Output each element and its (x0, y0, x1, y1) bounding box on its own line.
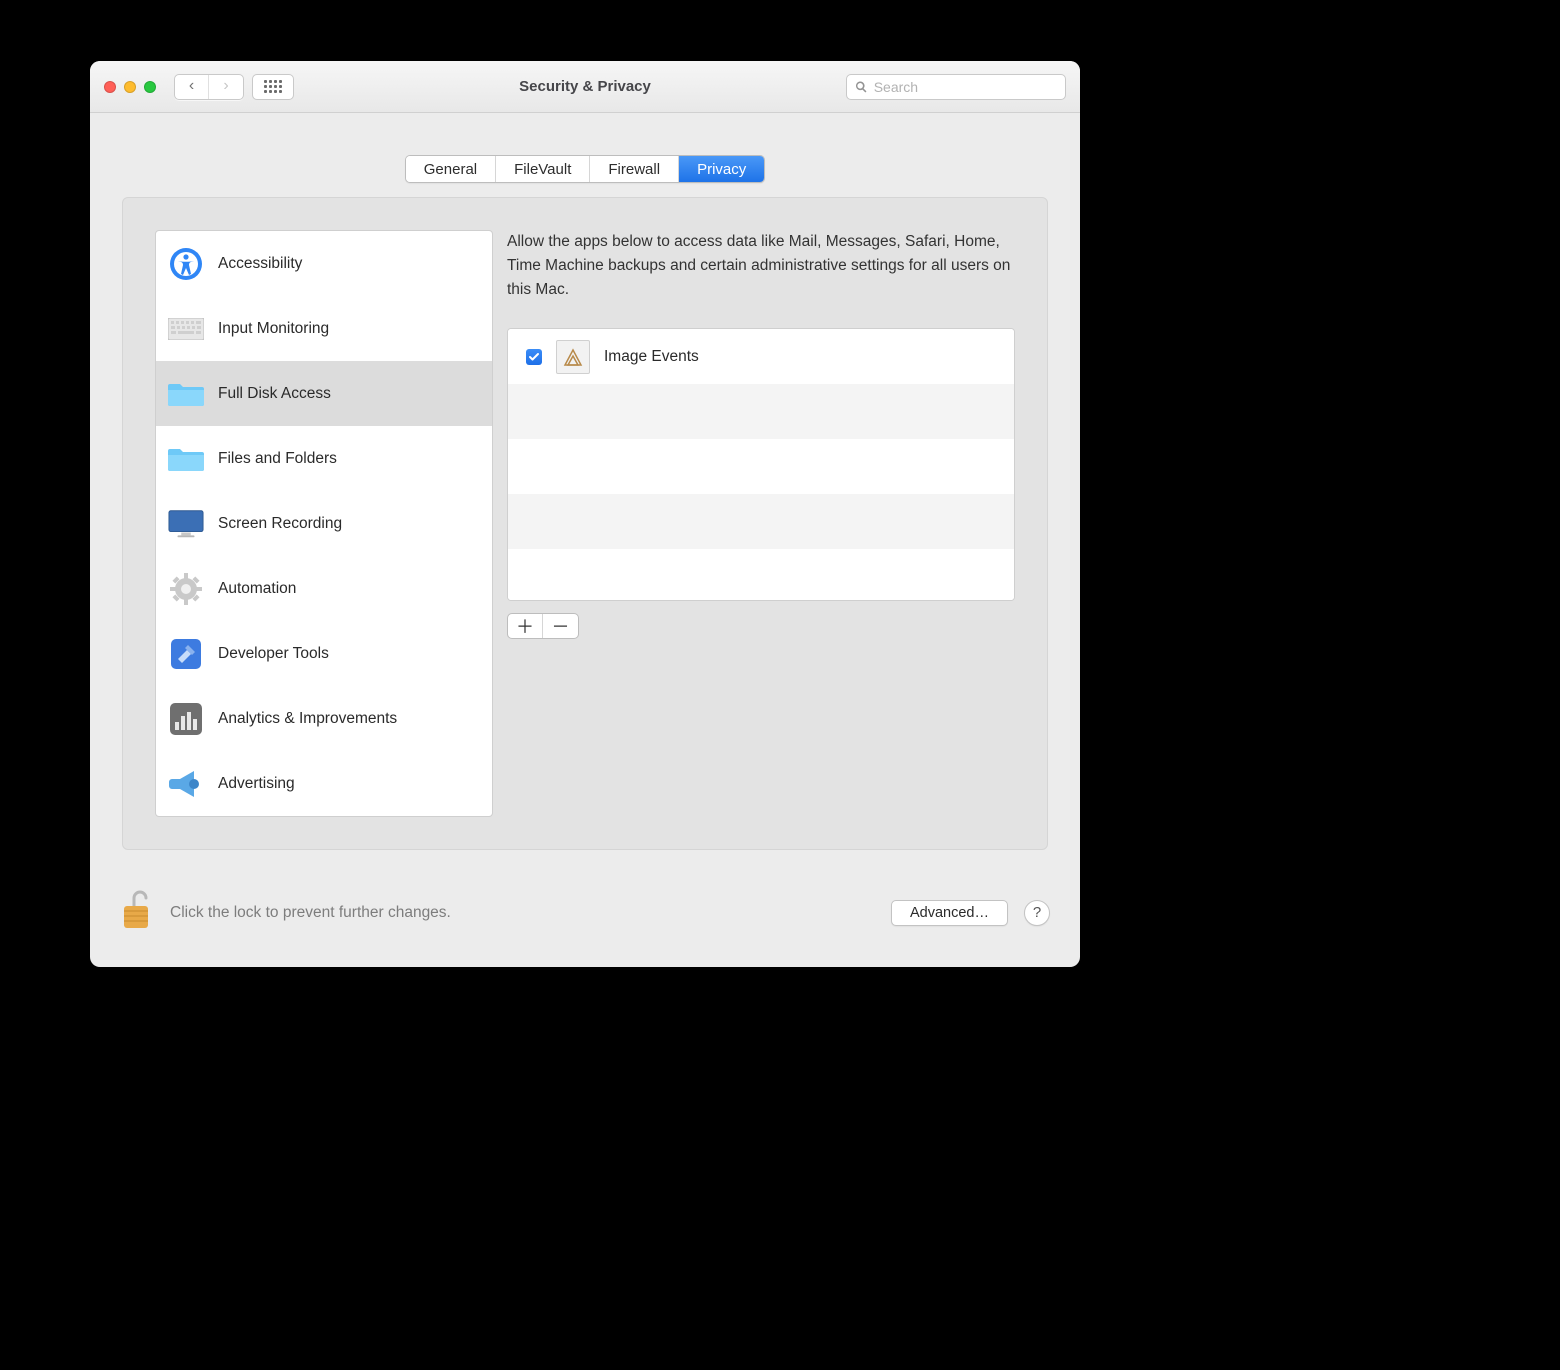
chart-icon (168, 701, 204, 737)
window-controls (104, 81, 156, 93)
category-label: Input Monitoring (218, 320, 329, 338)
lock-icon[interactable] (120, 888, 154, 937)
app-icon (556, 340, 590, 374)
app-row-empty (508, 494, 1014, 549)
advanced-button[interactable]: Advanced… (891, 900, 1008, 926)
show-all-prefs-button[interactable] (252, 74, 294, 100)
keyboard-icon (168, 311, 204, 347)
category-automation[interactable]: Automation (156, 556, 492, 621)
app-row-empty (508, 549, 1014, 601)
tab-firewall[interactable]: Firewall (590, 156, 679, 182)
minus-icon: － (552, 613, 570, 639)
allowed-apps-list[interactable]: Image Events (507, 328, 1015, 601)
tab-row: General FileVault Firewall Privacy (405, 155, 766, 183)
accessibility-icon (168, 246, 204, 282)
folder-icon (168, 441, 204, 477)
category-label: Full Disk Access (218, 385, 331, 403)
category-advertising[interactable]: Advertising (156, 751, 492, 816)
checkmark-icon (528, 351, 540, 363)
category-screen-recording[interactable]: Screen Recording (156, 491, 492, 556)
category-label: Analytics & Improvements (218, 710, 397, 728)
app-row-empty (508, 439, 1014, 494)
plus-icon: ＋ (516, 613, 534, 639)
search-icon (855, 80, 868, 94)
search-field[interactable] (846, 74, 1066, 100)
close-window-button[interactable] (104, 81, 116, 93)
chevron-left-icon: ‹ (189, 78, 194, 94)
minimize-window-button[interactable] (124, 81, 136, 93)
app-row-image-events[interactable]: Image Events (508, 329, 1014, 384)
app-label: Image Events (604, 348, 699, 366)
preferences-window: ‹ › Security & Privacy General FileVault… (90, 61, 1080, 967)
tab-privacy[interactable]: Privacy (679, 156, 764, 182)
category-list[interactable]: Accessibility Input Monitoring Full Disk… (155, 230, 493, 817)
lock-message: Click the lock to prevent further change… (170, 904, 451, 922)
privacy-panel: Accessibility Input Monitoring Full Disk… (122, 197, 1048, 850)
category-analytics[interactable]: Analytics & Improvements (156, 686, 492, 751)
megaphone-icon (168, 766, 204, 802)
tab-filevault[interactable]: FileVault (496, 156, 590, 182)
category-full-disk-access[interactable]: Full Disk Access (156, 361, 492, 426)
grid-icon (264, 80, 282, 93)
add-app-button[interactable]: ＋ (508, 614, 543, 638)
chevron-right-icon: › (223, 78, 228, 94)
nav-back-forward: ‹ › (174, 74, 244, 100)
add-remove-buttons: ＋ － (507, 613, 579, 639)
app-row-empty (508, 384, 1014, 439)
app-checkbox[interactable] (526, 349, 542, 365)
tabs-container: General FileVault Firewall Privacy (90, 113, 1080, 183)
category-label: Advertising (218, 775, 295, 793)
window-title: Security & Privacy (519, 78, 651, 95)
category-label: Screen Recording (218, 515, 342, 533)
tab-general[interactable]: General (406, 156, 496, 182)
titlebar: ‹ › Security & Privacy (90, 61, 1080, 113)
category-label: Developer Tools (218, 645, 329, 663)
hammer-icon (168, 636, 204, 672)
display-icon (168, 506, 204, 542)
permission-description: Allow the apps below to access data like… (507, 230, 1015, 302)
category-files-and-folders[interactable]: Files and Folders (156, 426, 492, 491)
detail-panel: Allow the apps below to access data like… (507, 230, 1015, 817)
category-input-monitoring[interactable]: Input Monitoring (156, 296, 492, 361)
category-label: Accessibility (218, 255, 302, 273)
help-button[interactable]: ? (1024, 900, 1050, 926)
remove-app-button[interactable]: － (543, 614, 578, 638)
category-label: Automation (218, 580, 296, 598)
back-button[interactable]: ‹ (175, 75, 209, 99)
category-accessibility[interactable]: Accessibility (156, 231, 492, 296)
footer: Click the lock to prevent further change… (90, 878, 1080, 967)
folder-icon (168, 376, 204, 412)
forward-button[interactable]: › (209, 75, 243, 99)
zoom-window-button[interactable] (144, 81, 156, 93)
category-developer-tools[interactable]: Developer Tools (156, 621, 492, 686)
category-label: Files and Folders (218, 450, 337, 468)
search-input[interactable] (874, 79, 1057, 95)
gear-icon (168, 571, 204, 607)
